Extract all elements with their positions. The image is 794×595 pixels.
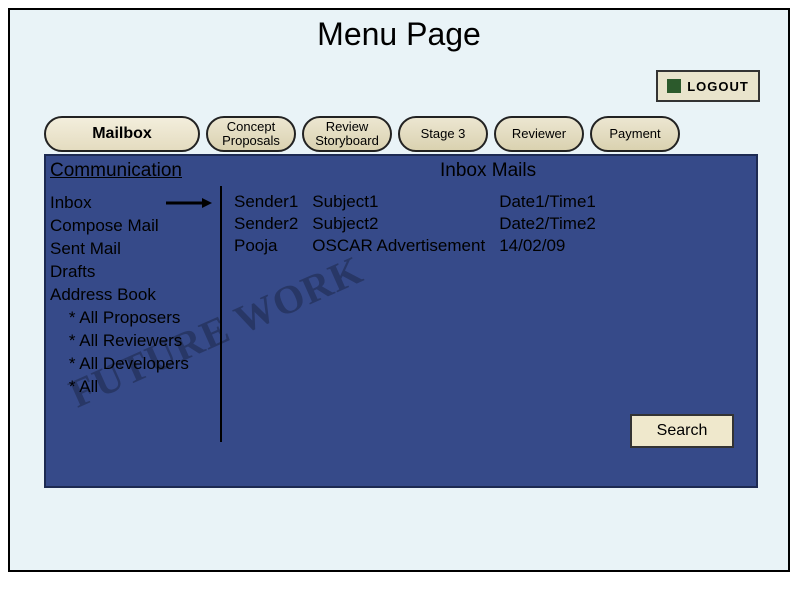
sidebar-item-compose[interactable]: Compose Mail [50, 215, 214, 238]
mail-list: Sender1 Subject1 Date1/Time1 Sender2 Sub… [234, 192, 610, 258]
tab-mailbox[interactable]: Mailbox [44, 116, 200, 152]
tab-stage-3[interactable]: Stage 3 [398, 116, 488, 152]
mail-sender: Sender1 [234, 192, 312, 214]
sidebar-sub-developers[interactable]: * All Developers [50, 353, 214, 376]
tab-review-storyboard[interactable]: Review Storyboard [302, 116, 392, 152]
mail-subject: Subject1 [312, 192, 499, 214]
logout-icon [667, 79, 681, 93]
mail-date: Date2/Time2 [499, 214, 610, 236]
divider [220, 186, 222, 442]
mail-subject: Subject2 [312, 214, 499, 236]
mail-sender: Sender2 [234, 214, 312, 236]
sidebar-item-address-book[interactable]: Address Book [50, 284, 214, 307]
tab-concept-proposals[interactable]: Concept Proposals [206, 116, 296, 152]
tab-reviewer[interactable]: Reviewer [494, 116, 584, 152]
mail-sender: Pooja [234, 236, 312, 258]
sidebar-sub-reviewers[interactable]: * All Reviewers [50, 330, 214, 353]
inbox-heading: Inbox Mails [440, 160, 536, 182]
sidebar: Inbox Compose Mail Sent Mail Drafts Addr… [50, 192, 214, 398]
page-title: Menu Page [10, 16, 788, 53]
sidebar-item-drafts[interactable]: Drafts [50, 261, 214, 284]
sidebar-item-sent[interactable]: Sent Mail [50, 238, 214, 261]
table-row[interactable]: Sender2 Subject2 Date2/Time2 [234, 214, 610, 236]
sidebar-item-label: Inbox [50, 192, 92, 215]
search-button[interactable]: Search [630, 414, 734, 448]
tab-row: Mailbox Concept Proposals Review Storybo… [44, 116, 680, 152]
mail-date: 14/02/09 [499, 236, 610, 258]
logout-button[interactable]: LOGOUT [656, 70, 760, 102]
mail-subject: OSCAR Advertisement [312, 236, 499, 258]
arrow-icon [166, 197, 212, 209]
logout-label: LOGOUT [687, 79, 749, 94]
sidebar-sub-all[interactable]: * All [50, 376, 214, 399]
sidebar-item-inbox[interactable]: Inbox [50, 192, 214, 215]
sidebar-sub-proposers[interactable]: * All Proposers [50, 307, 214, 330]
section-title[interactable]: Communication [50, 160, 182, 182]
table-row[interactable]: Pooja OSCAR Advertisement 14/02/09 [234, 236, 610, 258]
table-row[interactable]: Sender1 Subject1 Date1/Time1 [234, 192, 610, 214]
tab-payment[interactable]: Payment [590, 116, 680, 152]
mail-date: Date1/Time1 [499, 192, 610, 214]
